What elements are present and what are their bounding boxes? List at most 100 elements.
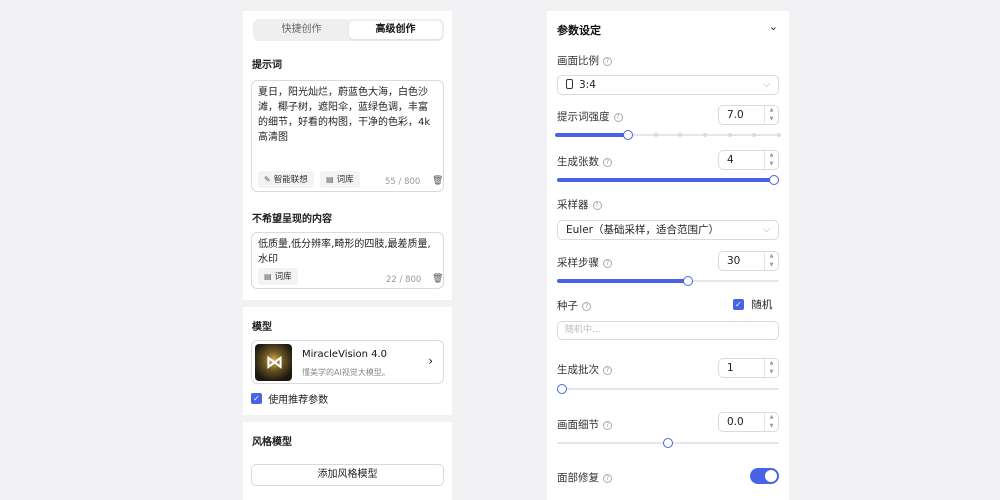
stepper-arrows-icon[interactable]: ▲ ▼ [764, 151, 778, 169]
checkbox-checked-icon[interactable]: ✓ [733, 299, 744, 310]
prompt-panel: 快捷创作 高级创作 提示词 夏日，阳光灿烂，蔚蓝色大海，白色沙滩，椰子树，遮阳伞… [243, 11, 452, 300]
prompt-library-label: 词库 [336, 175, 354, 185]
batch-stepper[interactable]: 1 ▲ ▼ [718, 358, 779, 378]
slider-tick [727, 133, 732, 137]
slider-fill [557, 133, 629, 137]
negative-char-counter: 22 / 800 [386, 275, 422, 285]
slider-thumb[interactable] [663, 438, 673, 448]
stepper-arrows-icon[interactable]: ▲ ▼ [764, 413, 778, 431]
use-recommended-label: 使用推荐参数 [268, 395, 329, 406]
document-icon: ▤ [264, 272, 272, 281]
portrait-ratio-icon [566, 79, 573, 89]
prompt-char-counter: 55 / 800 [385, 177, 421, 187]
sampler-label: 采样器 [557, 199, 589, 211]
toggle-knob [765, 470, 777, 482]
chevron-right-icon: › [428, 354, 433, 368]
batch-value: 1 [727, 362, 734, 374]
prompt-text: 夏日，阳光灿烂，蔚蓝色大海，白色沙滩，椰子树，遮阳伞，蓝绿色调，丰富的细节，好看… [258, 87, 431, 143]
count-stepper[interactable]: 4 ▲ ▼ [718, 150, 779, 170]
prompt-strength-stepper[interactable]: 7.0 ▲ ▼ [718, 105, 779, 125]
trash-icon[interactable]: 🗑 [432, 176, 443, 186]
add-style-model-button[interactable]: 添加风格模型 [251, 464, 444, 486]
steps-stepper[interactable]: 30 ▲ ▼ [718, 251, 779, 271]
face-fix-toggle[interactable] [750, 468, 779, 484]
stepper-arrows-icon[interactable]: ▲ ▼ [764, 359, 778, 377]
chevron-down-icon[interactable]: ⌄ [769, 20, 778, 33]
slider-tick [653, 133, 658, 137]
model-selector[interactable]: ⋈ MiracleVision 4.0 懂美学的AI视觉大模型。 › [251, 340, 444, 384]
negative-library-button[interactable]: ▤ 词库 [258, 268, 298, 285]
help-icon[interactable]: ? [603, 420, 612, 430]
help-icon[interactable]: ? [592, 200, 602, 210]
detail-label-row: 画面细节? [557, 417, 612, 432]
model-panel: 模型 ⋈ MiracleVision 4.0 懂美学的AI视觉大模型。 › ✓ … [243, 307, 452, 415]
ratio-value: 3:4 [579, 79, 596, 91]
prompt-strength-slider[interactable] [555, 130, 781, 140]
count-value: 4 [727, 154, 734, 166]
seed-random-checkbox[interactable]: ✓ 随机 [733, 297, 772, 312]
batch-slider[interactable] [557, 384, 779, 394]
slider-tick [777, 133, 781, 137]
negative-library-label: 词库 [274, 272, 292, 282]
help-icon[interactable]: ? [603, 56, 612, 66]
prompt-textarea[interactable]: 夏日，阳光灿烂，蔚蓝色大海，白色沙滩，椰子树，遮阳伞，蓝绿色调，丰富的细节，好看… [251, 80, 444, 192]
seed-label: 种子 [557, 300, 578, 312]
slider-tick [752, 133, 757, 137]
model-description: 懂美学的AI视觉大模型。 [302, 368, 390, 377]
tab-advanced-create[interactable]: 高级创作 [349, 21, 442, 39]
smart-suggest-label: 智能联想 [273, 175, 308, 185]
slider-thumb[interactable] [557, 384, 567, 394]
params-panel: 参数设定 ⌄ 画面比例? 3:4 ⌵ 提示词强度? 7.0 ▲ ▼ 生成张数? 4… [547, 11, 789, 500]
negative-prompt-label: 不希望呈现的内容 [252, 214, 332, 225]
slider-track[interactable] [557, 388, 779, 390]
slider-tick [703, 133, 707, 137]
help-icon[interactable]: ? [603, 365, 612, 375]
sampler-value: Euler（基础采样，适合范围广） [566, 224, 719, 236]
sampler-select[interactable]: Euler（基础采样，适合范围广） ⌵ [557, 220, 779, 240]
help-icon[interactable]: ? [603, 157, 612, 167]
count-label-row: 生成张数? [557, 154, 612, 169]
slider-thumb[interactable] [682, 276, 693, 286]
count-label: 生成张数 [557, 156, 599, 168]
seed-label-row: 种子? [557, 298, 591, 313]
stepper-arrows-icon[interactable]: ▲ ▼ [764, 106, 778, 124]
batch-label-row: 生成批次? [557, 362, 612, 377]
steps-label: 采样步骤 [557, 257, 599, 269]
slider-tick [678, 133, 683, 137]
document-icon: ▤ [326, 175, 334, 184]
prompt-label: 提示词 [252, 60, 282, 71]
steps-slider[interactable] [557, 276, 779, 286]
prompt-strength-value: 7.0 [727, 109, 744, 121]
detail-label: 画面细节 [557, 419, 599, 431]
negative-prompt-textarea[interactable]: 低质量,低分辨率,畸形的四肢,最差质量,水印 ▤ 词库 22 / 800 🗑 [251, 232, 444, 289]
help-icon[interactable]: ? [603, 473, 612, 483]
slider-thumb[interactable] [623, 130, 634, 140]
ratio-select[interactable]: 3:4 ⌵ [557, 75, 779, 95]
use-recommended-params[interactable]: ✓ 使用推荐参数 [251, 391, 328, 406]
slider-fill [557, 178, 779, 182]
help-icon[interactable]: ? [603, 258, 612, 268]
count-slider[interactable] [557, 175, 779, 185]
style-model-label: 风格模型 [252, 437, 292, 448]
face-fix-label: 面部修复 [557, 472, 599, 484]
seed-input[interactable]: 随机中... [557, 321, 779, 340]
chevron-down-icon: ⌵ [763, 225, 770, 235]
help-icon[interactable]: ? [613, 112, 623, 122]
detail-slider[interactable] [557, 438, 779, 448]
model-thumbnail: ⋈ [255, 344, 292, 381]
stepper-arrows-icon[interactable]: ▲ ▼ [764, 252, 778, 270]
smart-suggest-button[interactable]: ✎ 智能联想 [258, 171, 314, 188]
help-icon[interactable]: ? [582, 301, 591, 311]
trash-icon[interactable]: 🗑 [432, 274, 443, 284]
creation-mode-tabs: 快捷创作 高级创作 [253, 19, 444, 41]
ratio-label-row: 画面比例? [557, 53, 612, 68]
prompt-library-button[interactable]: ▤ 词库 [320, 171, 360, 188]
prompt-strength-label: 提示词强度 [557, 111, 610, 123]
slider-thumb[interactable] [769, 175, 779, 185]
prompt-strength-label-row: 提示词强度? [557, 109, 623, 124]
style-model-panel: 风格模型 添加风格模型 [243, 422, 452, 500]
detail-stepper[interactable]: 0.0 ▲ ▼ [718, 412, 779, 432]
params-title: 参数设定 [557, 24, 601, 37]
checkbox-checked-icon[interactable]: ✓ [251, 393, 262, 404]
tab-quick-create[interactable]: 快捷创作 [255, 21, 348, 39]
